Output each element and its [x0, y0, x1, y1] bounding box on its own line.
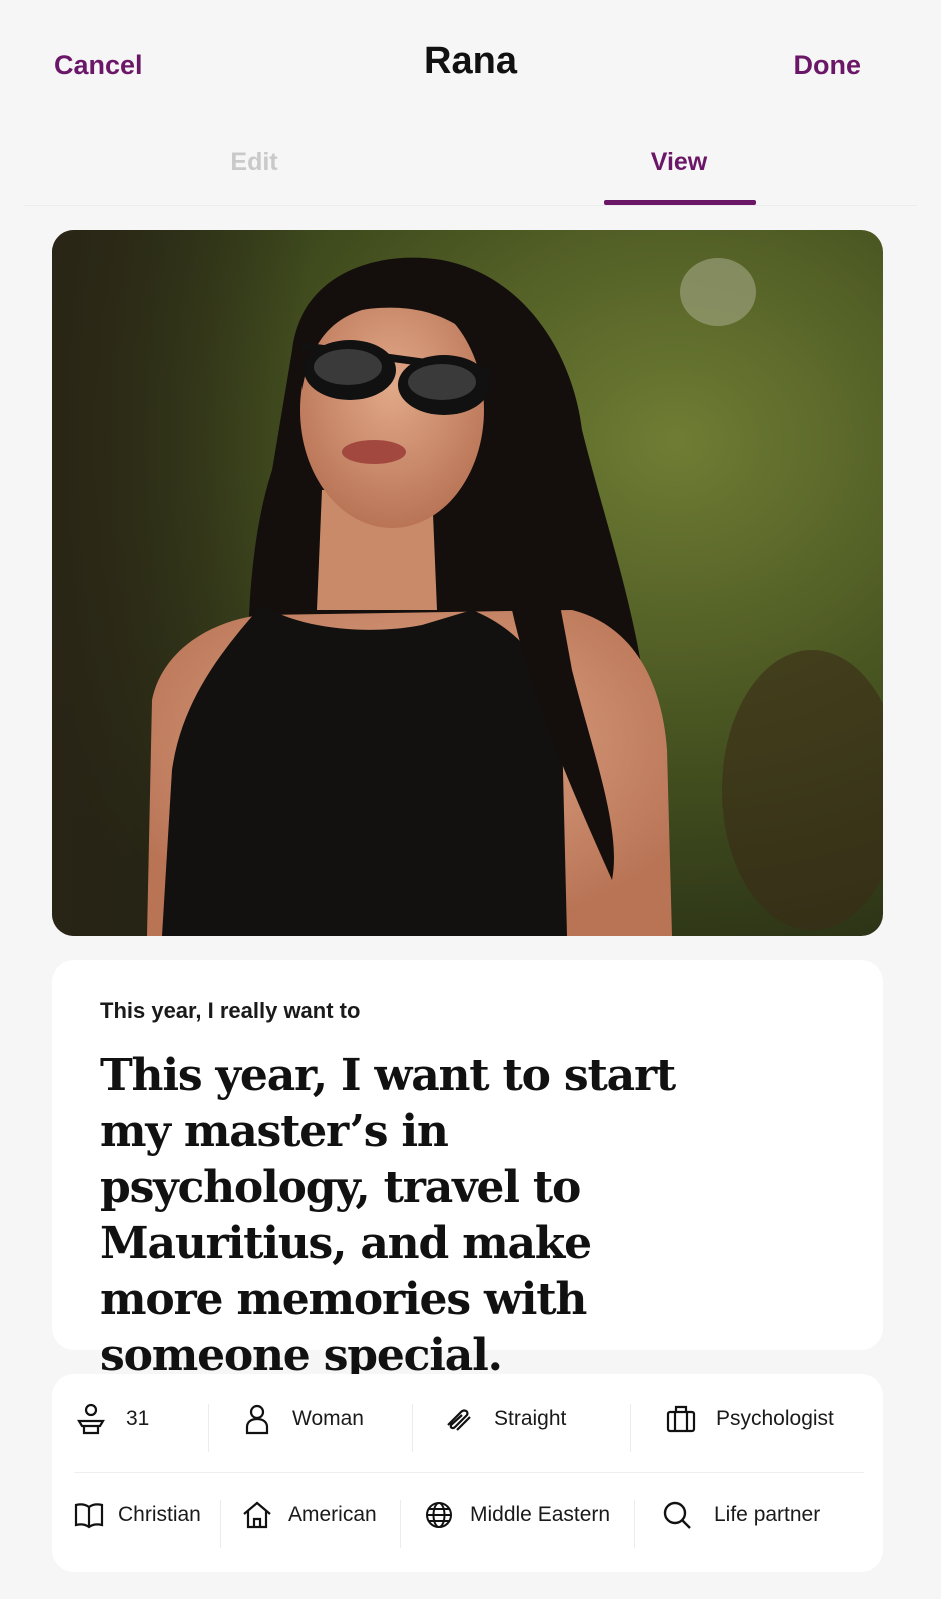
detail-looking-for: Life partner [660, 1470, 820, 1560]
search-icon [660, 1498, 694, 1532]
details-row-1: 31 Woman Straight Psychologist [52, 1374, 883, 1464]
detail-religion-text: Christian [118, 1503, 201, 1526]
prompt-question: This year, I really want to [100, 998, 361, 1023]
detail-religion: Christian [72, 1470, 201, 1560]
person-icon [240, 1402, 274, 1436]
age-icon [74, 1402, 108, 1436]
detail-looking-for-text: Life partner [714, 1503, 821, 1526]
done-button[interactable]: Done [794, 50, 862, 81]
briefcase-icon [664, 1402, 698, 1436]
book-icon [72, 1498, 106, 1532]
detail-hometown-text: American [288, 1503, 377, 1526]
profile-details-card: 31 Woman Straight Psychologist Christian… [52, 1374, 883, 1572]
globe-icon [422, 1498, 456, 1532]
detail-hometown: American [240, 1470, 377, 1560]
top-bar: Cancel Rana Done [0, 0, 941, 130]
home-icon [240, 1498, 274, 1532]
tab-view[interactable]: View [604, 148, 754, 177]
detail-age-text: 31 [126, 1407, 150, 1430]
divider [630, 1404, 631, 1452]
orientation-icon [442, 1402, 476, 1436]
tab-bar: Edit View [24, 130, 917, 206]
details-row-2: Christian American Middle Eastern Life p… [52, 1470, 883, 1560]
detail-ethnicity: Middle Eastern [422, 1470, 610, 1560]
detail-gender-text: Woman [292, 1407, 364, 1430]
profile-photo-image [52, 230, 883, 936]
detail-ethnicity-text: Middle Eastern [470, 1503, 611, 1526]
divider [220, 1500, 221, 1548]
detail-age: 31 [74, 1374, 149, 1464]
detail-orientation: Straight [442, 1374, 566, 1464]
divider [412, 1404, 413, 1452]
detail-gender: Woman [240, 1374, 364, 1464]
detail-orientation-text: Straight [494, 1407, 567, 1430]
divider [634, 1500, 635, 1548]
prompt-answer: This year, I want to start my master’s i… [100, 1050, 676, 1381]
divider [208, 1404, 209, 1452]
active-tab-indicator [604, 200, 756, 205]
detail-job-text: Psychologist [716, 1407, 834, 1430]
tab-edit[interactable]: Edit [174, 148, 334, 177]
prompt-card[interactable]: This year, I really want to This year, I… [52, 960, 883, 1381]
profile-photo[interactable] [52, 230, 883, 936]
divider [400, 1500, 401, 1548]
detail-job: Psychologist [664, 1374, 834, 1464]
